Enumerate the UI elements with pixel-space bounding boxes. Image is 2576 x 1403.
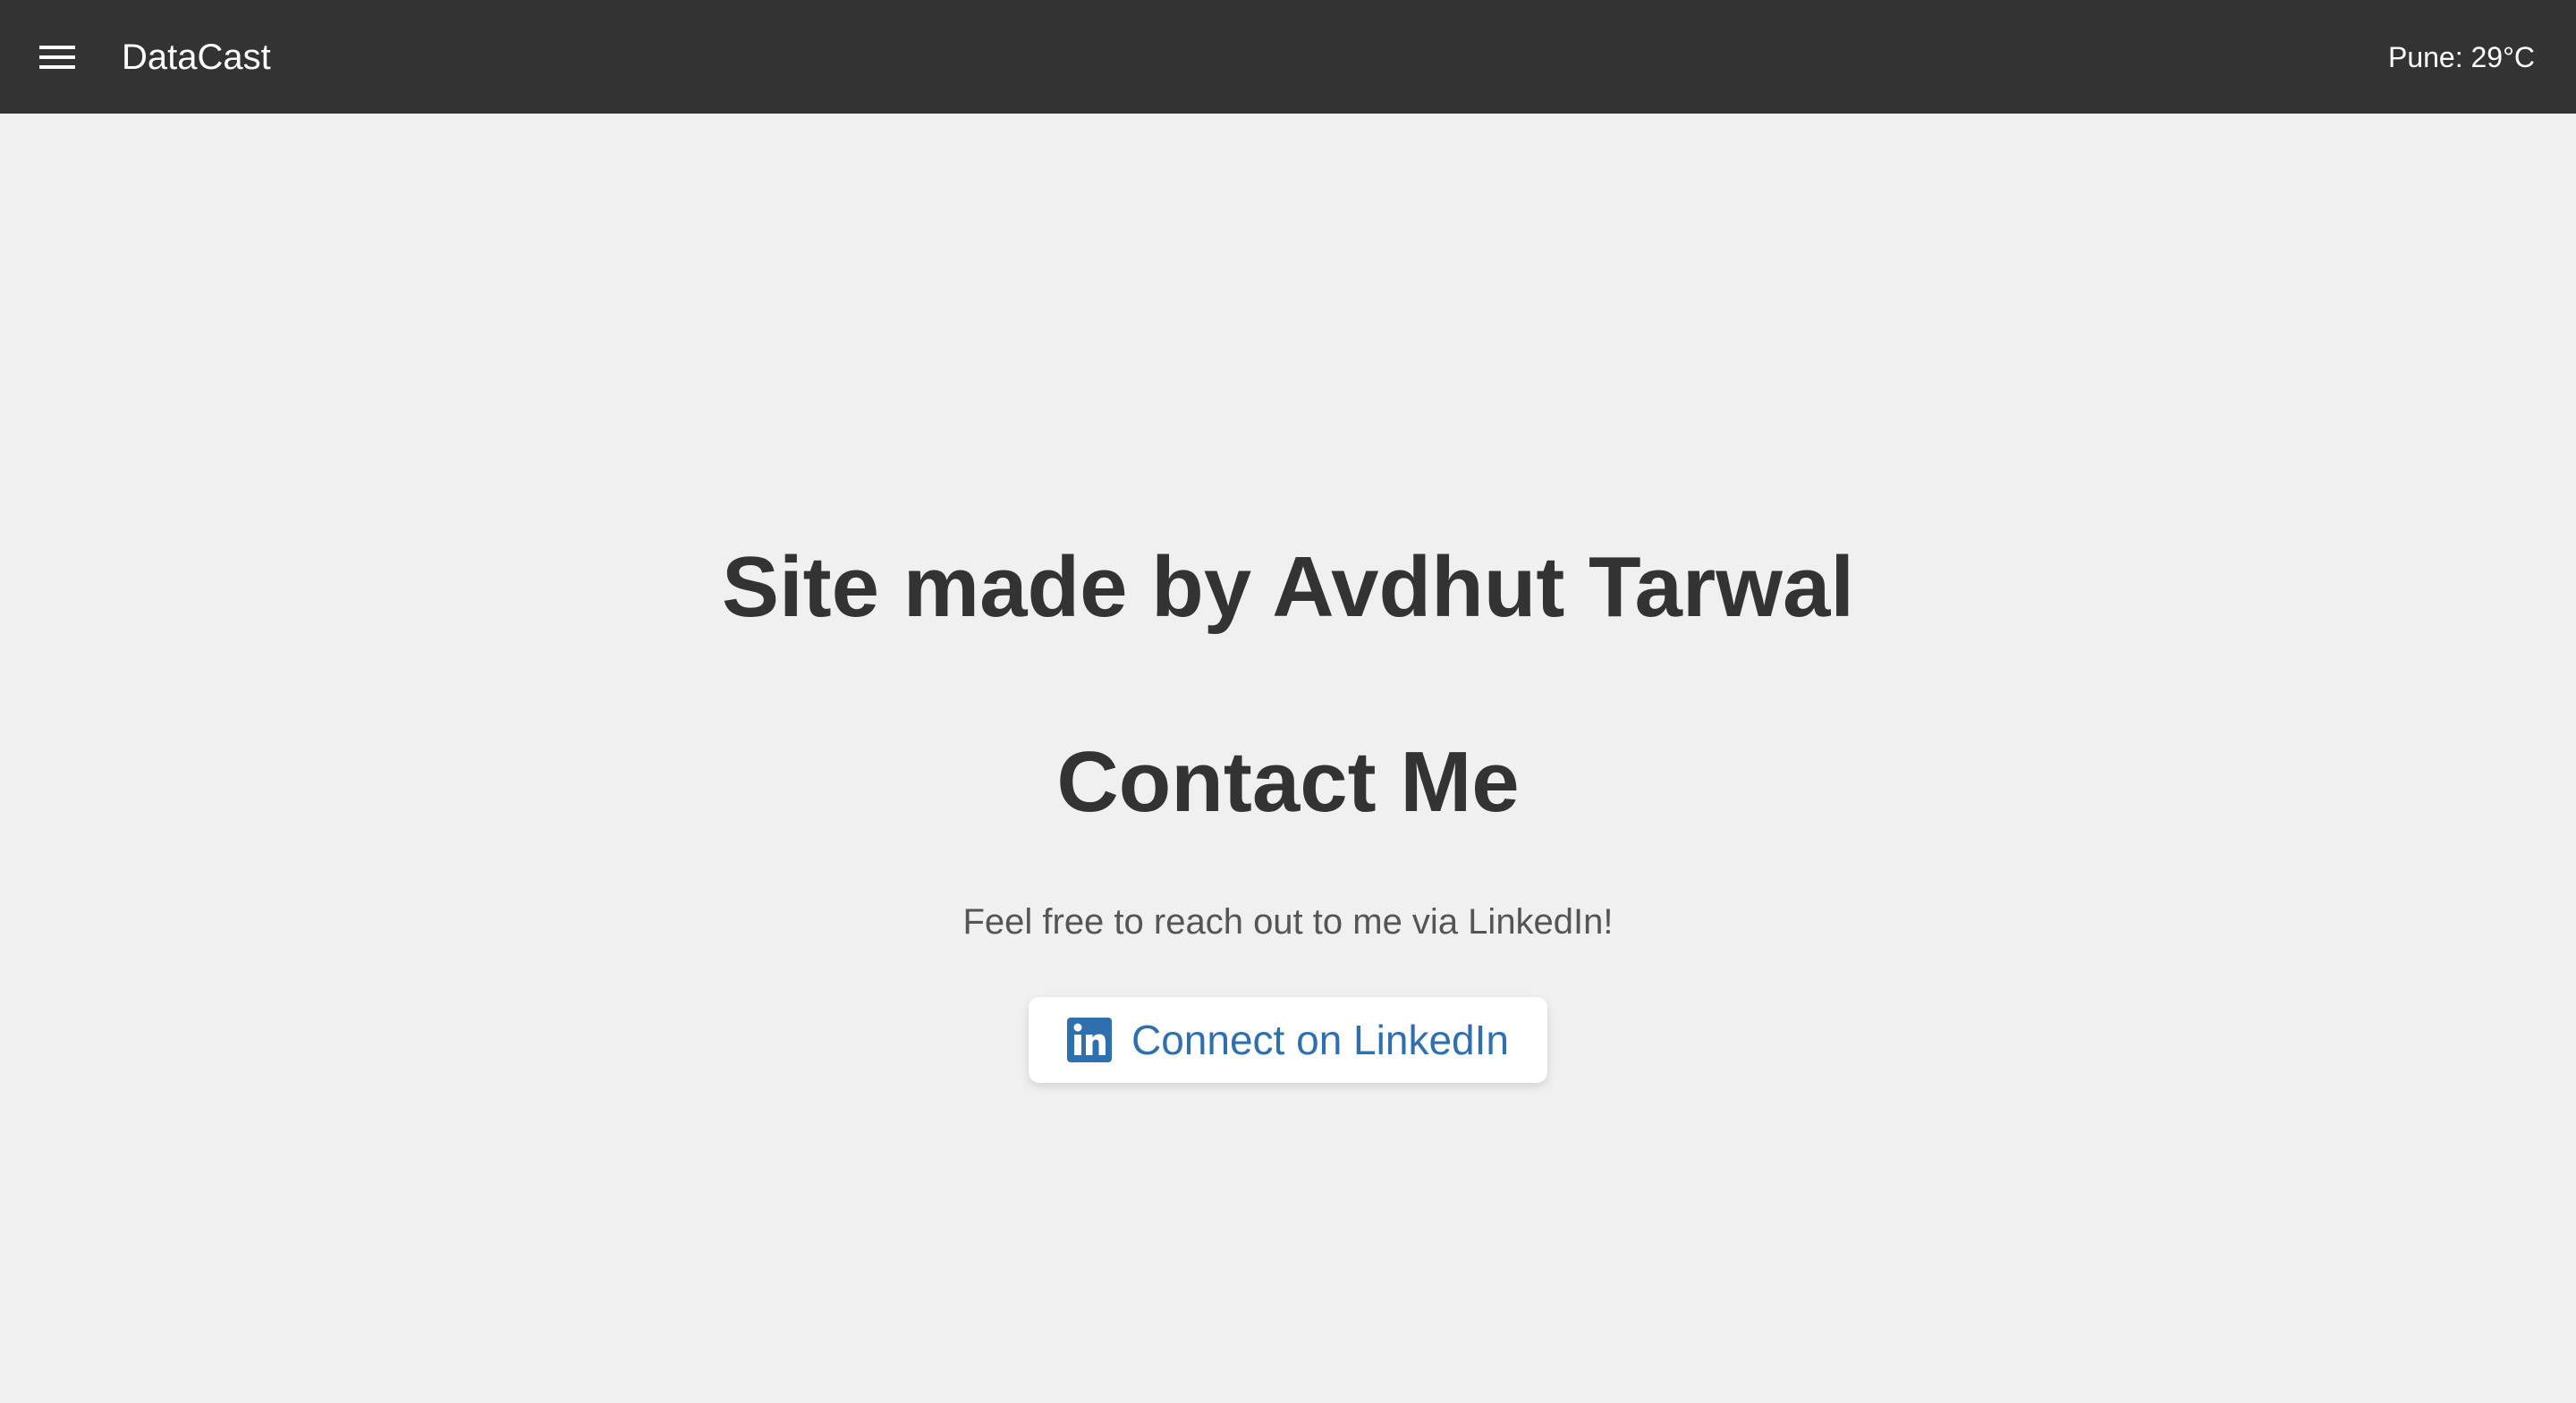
connect-linkedin-button[interactable]: Connect on LinkedIn	[1029, 997, 1547, 1083]
site-credit-heading: Site made by Avdhut Tarwal	[721, 539, 1855, 635]
hamburger-menu-icon	[39, 46, 75, 69]
menu-button[interactable]	[36, 39, 79, 75]
connect-linkedin-label: Connect on LinkedIn	[1131, 1017, 1509, 1063]
weather-readout: Pune: 29°C	[2387, 41, 2535, 73]
main-content: Site made by Avdhut Tarwal Contact Me Fe…	[0, 114, 2576, 1403]
contact-description: Feel free to reach out to me via LinkedI…	[962, 902, 1614, 942]
linkedin-icon	[1067, 1018, 1112, 1062]
top-app-bar: DataCast Pune: 29°C	[0, 0, 2576, 114]
app-title[interactable]: DataCast	[122, 32, 271, 82]
contact-heading: Contact Me	[1056, 734, 1520, 830]
